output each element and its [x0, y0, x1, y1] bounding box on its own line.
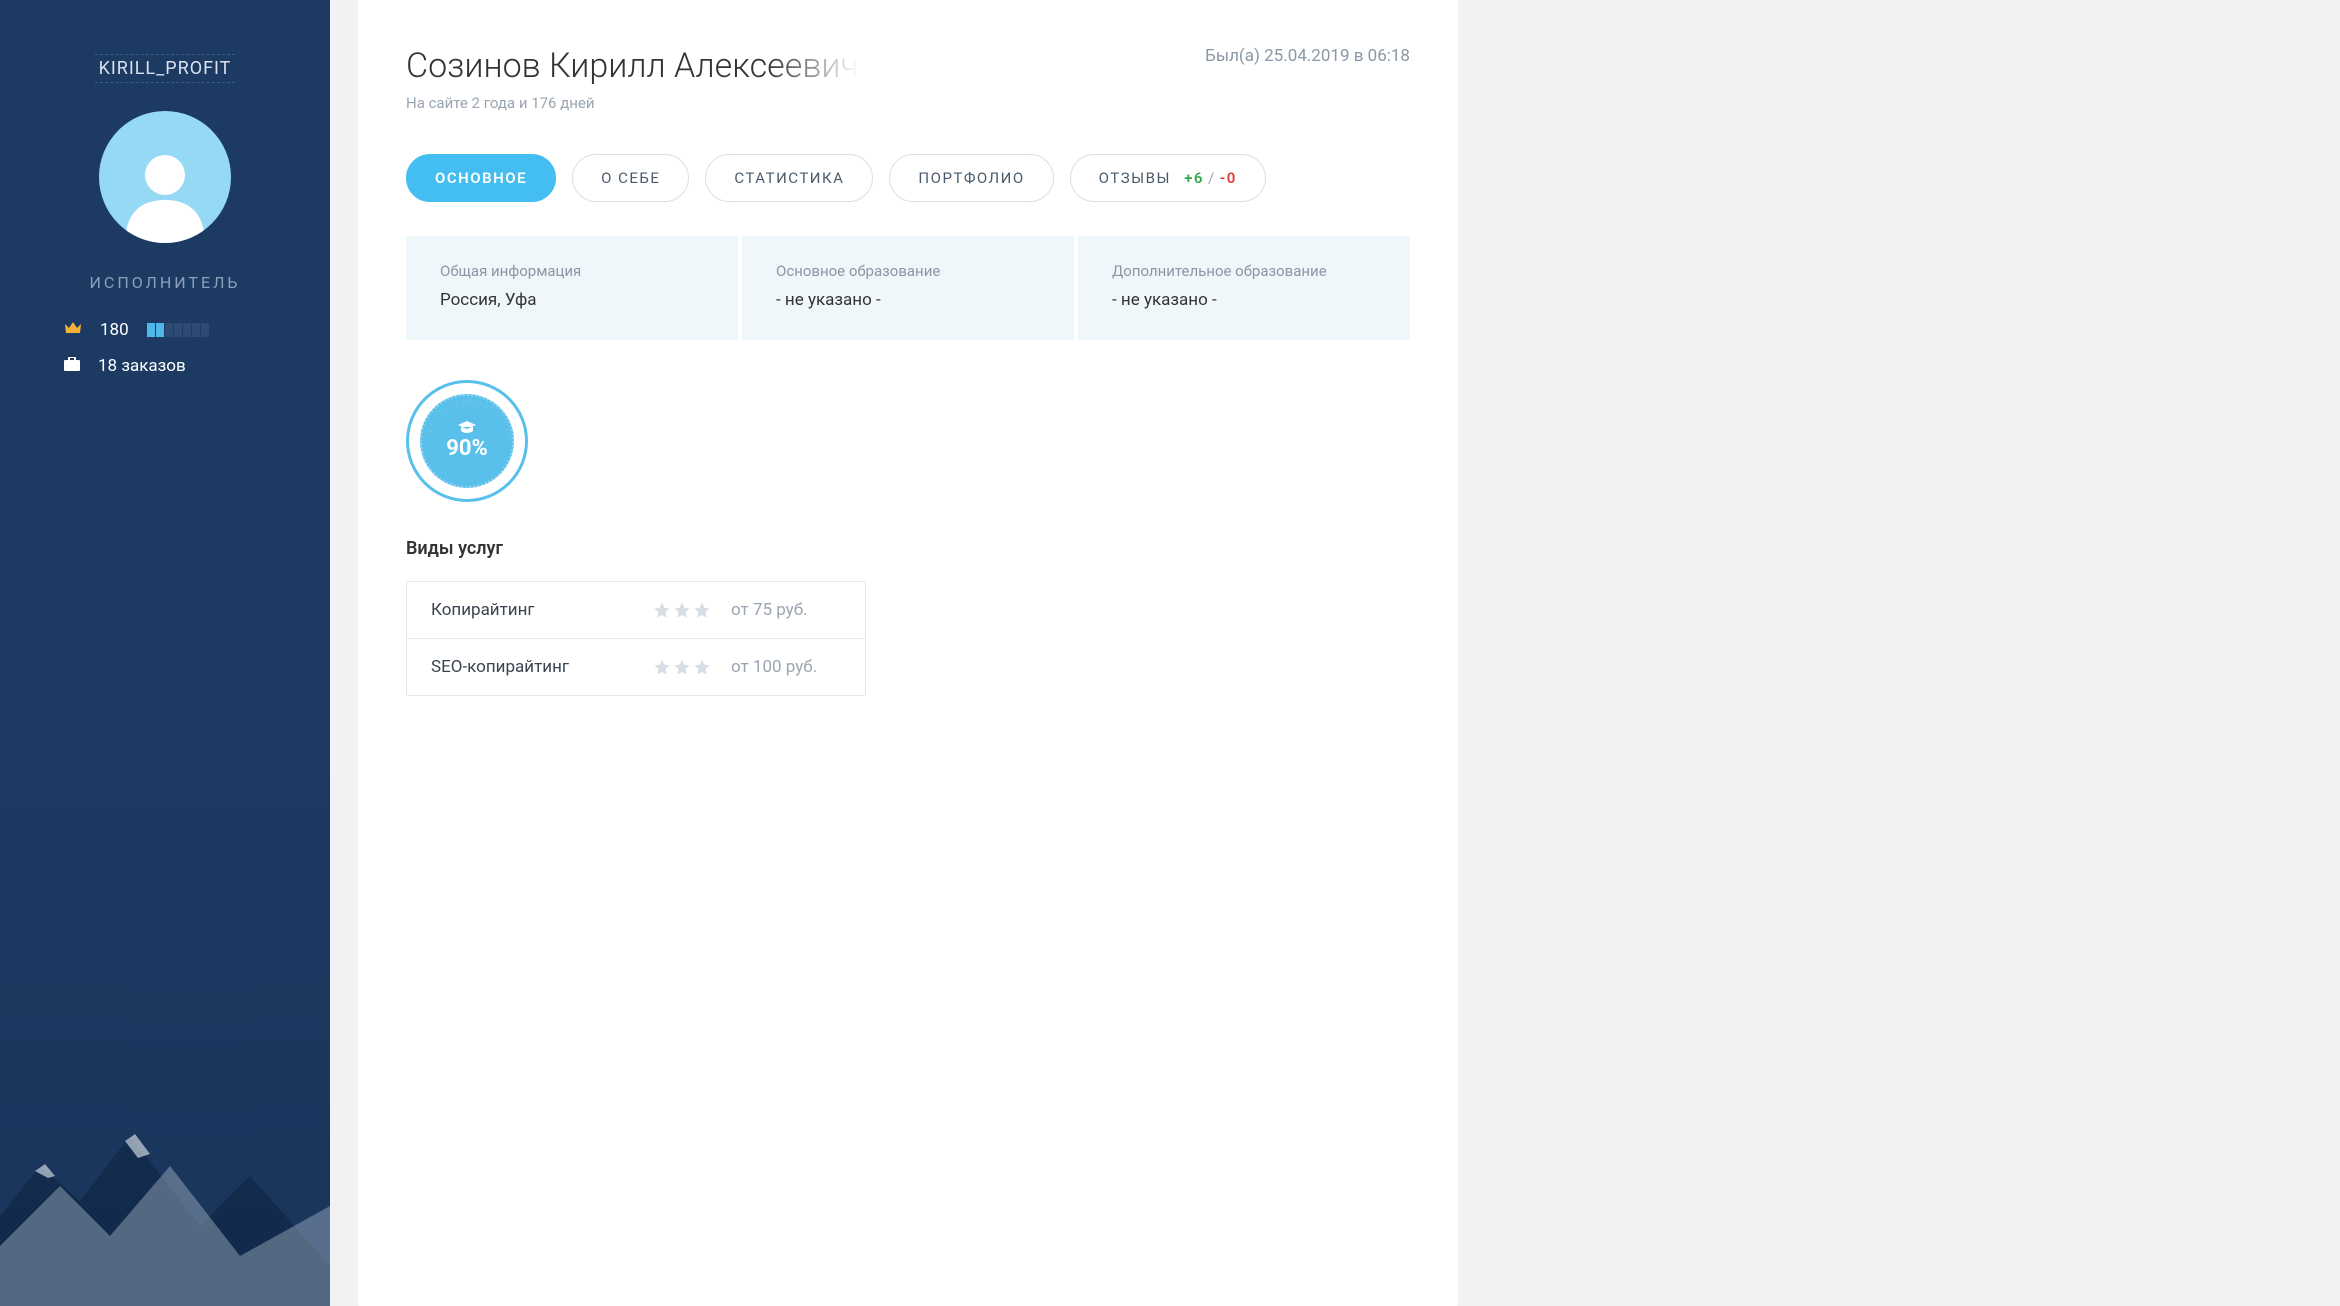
star-icon	[673, 658, 691, 676]
tab-label: СТАТИСТИКА	[734, 169, 844, 187]
rating-segment	[192, 323, 200, 337]
header-row: Созинов Кирилл Алексеевич На сайте 2 год…	[406, 46, 1410, 112]
star-icon	[693, 658, 711, 676]
svg-text:ТЕСТ НА ГРАМОТНОСТЬ: ТЕСТ НА ГРАМОТНОСТЬ	[424, 398, 515, 440]
last-seen: Был(а) 25.04.2019 в 06:18	[1205, 46, 1410, 66]
tab-label: ПОРТФОЛИО	[918, 169, 1024, 187]
briefcase-icon	[64, 356, 80, 376]
tab-main[interactable]: ОСНОВНОЕ	[406, 154, 556, 202]
rating-segment	[174, 323, 182, 337]
badge-arc-text-svg: ТЕСТ НА ГРАМОТНОСТЬ	[409, 383, 531, 505]
star-icon	[673, 601, 691, 619]
card-education-extra: Дополнительное образование - не указано …	[1078, 236, 1410, 340]
rating-segment	[156, 323, 164, 337]
tab-stats[interactable]: СТАТИСТИКА	[705, 154, 873, 202]
avatar[interactable]	[99, 111, 231, 243]
crown-icon	[64, 320, 82, 340]
rating-segment	[183, 323, 191, 337]
service-row: SEO-копирайтинг от 100 руб.	[407, 639, 865, 695]
rating-segment	[201, 323, 209, 337]
card-label: Дополнительное образование	[1112, 262, 1376, 280]
badges-row: ТЕСТ НА ГРАМОТНОСТЬ 90%	[406, 380, 1410, 502]
avatar-placeholder-icon	[120, 145, 210, 243]
reviews-positive: +6	[1184, 169, 1204, 187]
card-general: Общая информация Россия, Уфа	[406, 236, 738, 340]
tab-label: ОСНОВНОЕ	[435, 169, 527, 187]
service-price: от 75 руб.	[731, 600, 841, 620]
tab-label: ОТЗЫВЫ	[1099, 169, 1171, 187]
rating-row: 180	[64, 320, 266, 340]
tabs: ОСНОВНОЕ О СЕБЕ СТАТИСТИКА ПОРТФОЛИО ОТЗ…	[406, 154, 1410, 202]
services-table: Копирайтинг от 75 руб. SEO-копирайтинг о…	[406, 581, 866, 696]
rating-segment	[147, 323, 155, 337]
service-stars	[653, 658, 711, 676]
card-label: Основное образование	[776, 262, 1040, 280]
tenure-text: На сайте 2 года и 176 дней	[406, 94, 859, 112]
tab-about[interactable]: О СЕБЕ	[572, 154, 689, 202]
reviews-negative: -0	[1220, 169, 1237, 187]
services-title: Виды услуг	[406, 538, 1410, 559]
card-label: Общая информация	[440, 262, 704, 280]
literacy-badge[interactable]: ТЕСТ НА ГРАМОТНОСТЬ 90%	[406, 380, 528, 502]
sidebar-username: KIRILL_PROFIT	[95, 54, 236, 83]
star-icon	[653, 658, 671, 676]
service-row: Копирайтинг от 75 руб.	[407, 582, 865, 639]
star-icon	[693, 601, 711, 619]
tab-portfolio[interactable]: ПОРТФОЛИО	[889, 154, 1053, 202]
orders-row: 18 заказов	[64, 356, 266, 376]
mountains-decoration	[0, 1106, 330, 1306]
sidebar: KIRILL_PROFIT ИСПОЛНИТЕЛЬ 180	[0, 0, 330, 1306]
card-value: Россия, Уфа	[440, 290, 704, 310]
card-value: - не указано -	[776, 290, 1040, 310]
role-label: ИСПОЛНИТЕЛЬ	[90, 273, 241, 292]
star-icon	[653, 601, 671, 619]
service-stars	[653, 601, 711, 619]
orders-text: 18 заказов	[98, 356, 186, 376]
card-value: - не указано -	[1112, 290, 1376, 310]
tab-label: О СЕБЕ	[601, 169, 660, 187]
rating-segment	[165, 323, 173, 337]
service-name: SEO-копирайтинг	[431, 657, 633, 677]
sidebar-stats: 180 18 заказов	[0, 320, 330, 376]
rating-bar	[147, 323, 209, 337]
main-content: Созинов Кирилл Алексеевич На сайте 2 год…	[358, 0, 1458, 1306]
reviews-separator: /	[1208, 169, 1216, 187]
profile-name: Созинов Кирилл Алексеевич	[406, 46, 859, 86]
service-name: Копирайтинг	[431, 600, 633, 620]
service-price: от 100 руб.	[731, 657, 841, 677]
rating-points: 180	[100, 320, 129, 340]
info-cards: Общая информация Россия, Уфа Основное об…	[406, 236, 1410, 340]
tab-reviews[interactable]: ОТЗЫВЫ +6 / -0	[1070, 154, 1266, 202]
card-education-main: Основное образование - не указано -	[742, 236, 1074, 340]
